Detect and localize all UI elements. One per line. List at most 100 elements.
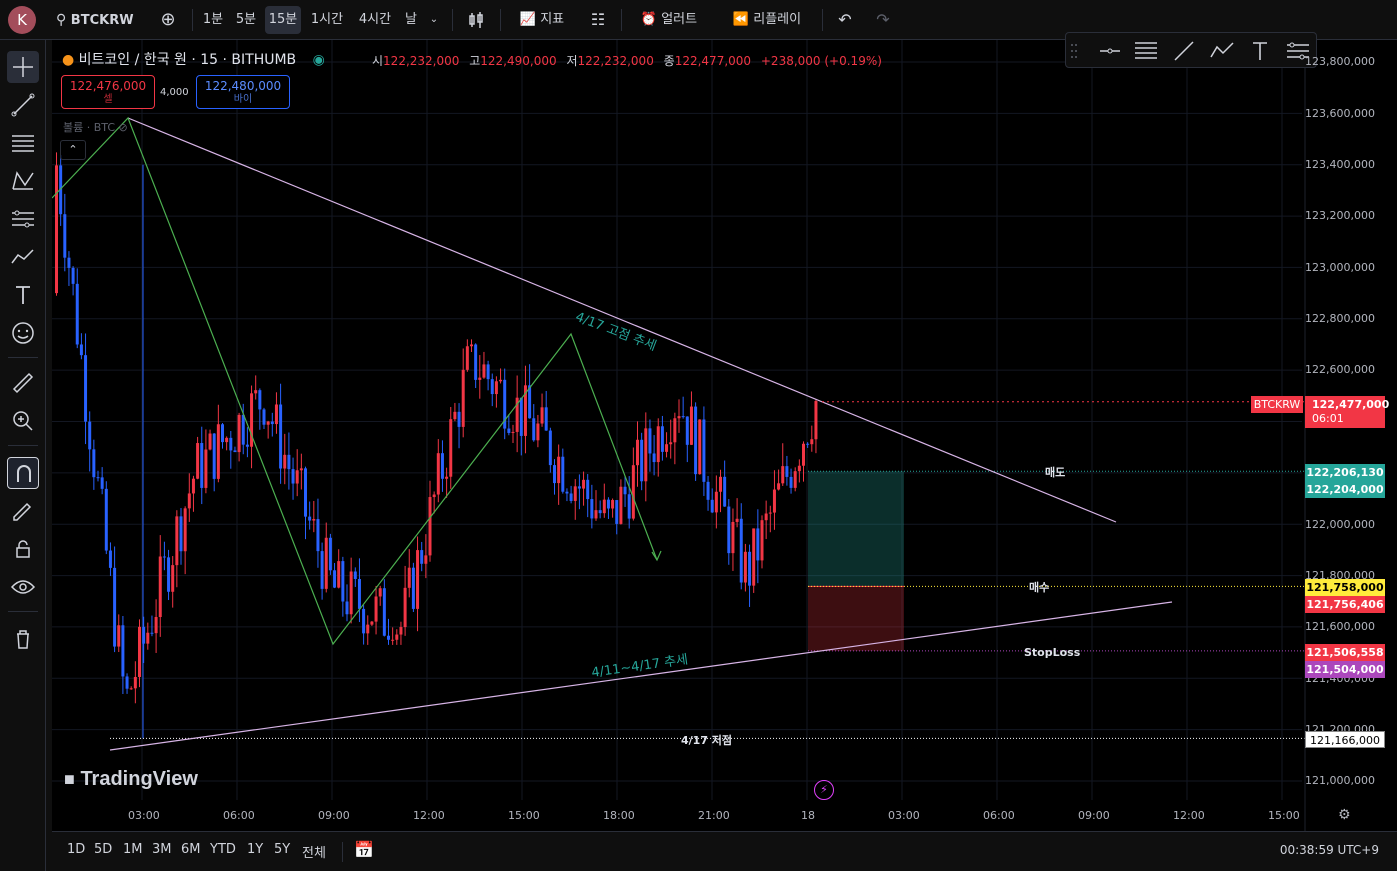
magnet-icon[interactable] <box>7 457 39 489</box>
candle-body <box>685 416 689 445</box>
candle-body <box>158 556 162 618</box>
chevron-down-icon[interactable]: ⌄ <box>424 6 444 34</box>
time-tick: 09:00 <box>1078 809 1110 822</box>
candle-body <box>673 418 677 443</box>
stoploss-annotation[interactable]: StopLoss <box>1024 646 1080 659</box>
candle-body <box>594 510 598 519</box>
prediction-icon[interactable] <box>7 203 39 235</box>
range-ytd[interactable]: YTD <box>210 842 236 857</box>
horizontal-ray-icon[interactable] <box>1096 33 1124 69</box>
replay-button[interactable]: ⏪ 리플레이 <box>722 6 812 34</box>
fib-retracement-icon[interactable] <box>7 127 39 159</box>
candle-body <box>146 632 150 644</box>
templates-icon[interactable]: ☷ <box>584 6 612 34</box>
pattern-icon[interactable] <box>7 165 39 197</box>
clock[interactable]: 00:38:59 UTC+9 <box>1280 843 1379 857</box>
interval-1h[interactable]: 1시간 <box>305 6 349 34</box>
candle-body <box>569 493 573 501</box>
candle-body <box>374 596 378 622</box>
candle-body <box>353 571 357 579</box>
trend-line-icon[interactable] <box>7 89 39 121</box>
entry-price-label: 121,756,406 <box>1305 596 1385 613</box>
buy-button[interactable]: 122,480,000 바이 <box>196 75 290 109</box>
candle-body <box>283 454 287 469</box>
candle-body <box>557 456 561 484</box>
price-tick: 123,200,000 <box>1305 209 1375 222</box>
candle-body <box>324 537 328 589</box>
range-1y[interactable]: 1Y <box>247 842 263 857</box>
candle-body <box>416 550 420 609</box>
interval-1m[interactable]: 1분 <box>198 6 228 34</box>
candle-body <box>162 556 166 558</box>
user-avatar[interactable]: K <box>8 6 36 34</box>
tradingview-logo[interactable]: ■ TradingView <box>64 768 198 791</box>
candle-body <box>714 491 718 513</box>
date-range-icon[interactable]: 📅 <box>354 840 374 859</box>
range-3m[interactable]: 3M <box>152 842 172 857</box>
interval-15m[interactable]: 15분 <box>265 6 301 34</box>
price-tick: 123,000,000 <box>1305 261 1375 274</box>
price-chart[interactable] <box>52 40 1397 831</box>
candle-body <box>561 456 565 492</box>
lock-icon[interactable] <box>7 533 39 565</box>
candle-body <box>719 476 722 492</box>
candle-body <box>117 625 121 647</box>
candles-icon[interactable] <box>460 6 492 34</box>
candle-body <box>191 478 195 494</box>
emoji-icon[interactable] <box>7 317 39 349</box>
candle-body <box>465 346 469 370</box>
drag-handle-icon[interactable] <box>1068 33 1080 69</box>
candle-body <box>702 419 706 482</box>
candle-body <box>345 601 349 615</box>
interval-day[interactable]: 날 <box>400 6 422 34</box>
text-icon[interactable] <box>1246 33 1274 69</box>
symbol-search[interactable]: ⚲ BTCKRW <box>56 6 144 34</box>
undo-icon[interactable]: ↶ <box>832 6 858 34</box>
time-tick: 18:00 <box>603 809 635 822</box>
eye-hidden-icon[interactable]: ⊘ <box>119 121 128 134</box>
redo-icon[interactable]: ↷ <box>870 6 896 34</box>
plus-circle-icon[interactable]: ⊕ <box>154 6 182 34</box>
chart-area[interactable] <box>52 40 1397 831</box>
lightning-icon[interactable]: ⚡ <box>814 780 834 800</box>
sell-annotation[interactable]: 매도 <box>1045 464 1065 480</box>
trend-line-icon[interactable] <box>1170 33 1198 69</box>
zoom-icon[interactable] <box>7 405 39 437</box>
settings-gear-icon[interactable]: ⚙ <box>1338 807 1351 823</box>
collapse-legend-button[interactable]: ⌃ <box>60 140 86 160</box>
low-annotation[interactable]: 4/17 저점 <box>681 732 732 748</box>
indicators-button[interactable]: 📈 지표 <box>510 6 574 34</box>
range-5d[interactable]: 5D <box>94 842 112 857</box>
candle-body <box>573 486 577 501</box>
candle-body <box>436 453 440 495</box>
buy-annotation[interactable]: 매수 <box>1029 579 1049 595</box>
crosshair-icon[interactable] <box>7 51 39 83</box>
path-icon[interactable] <box>1208 33 1236 69</box>
range-1m[interactable]: 1M <box>123 842 143 857</box>
candle-body <box>660 426 664 452</box>
buy-entry-label: 121,758,000 <box>1305 579 1385 596</box>
interval-5m[interactable]: 5분 <box>231 6 261 34</box>
ruler-icon[interactable] <box>7 367 39 399</box>
sell-button[interactable]: 122,476,000 셀 <box>61 75 155 109</box>
candle-body <box>544 407 548 431</box>
text-icon[interactable] <box>7 279 39 311</box>
symbol-title: 비트코인 / 한국 원 · 15 · BITHUMB <box>78 52 297 68</box>
price-tick: 121,600,000 <box>1305 620 1375 633</box>
range-5y[interactable]: 5Y <box>274 842 290 857</box>
fib-icon[interactable] <box>1132 33 1160 69</box>
range-1d[interactable]: 1D <box>67 842 85 857</box>
candle-body <box>262 409 266 425</box>
interval-4h[interactable]: 4시간 <box>353 6 397 34</box>
range-6m[interactable]: 6M <box>181 842 201 857</box>
range-all[interactable]: 전체 <box>302 842 326 861</box>
alert-button[interactable]: ⏰ 얼러트 <box>630 6 708 34</box>
eye-icon[interactable] <box>7 571 39 603</box>
candle-body <box>299 468 303 471</box>
brush-icon[interactable] <box>7 241 39 273</box>
candle-body <box>395 634 399 640</box>
candle-body <box>258 390 262 410</box>
trash-icon[interactable] <box>7 623 39 655</box>
candle-body <box>241 414 245 445</box>
lock-pencil-icon[interactable] <box>7 495 39 527</box>
